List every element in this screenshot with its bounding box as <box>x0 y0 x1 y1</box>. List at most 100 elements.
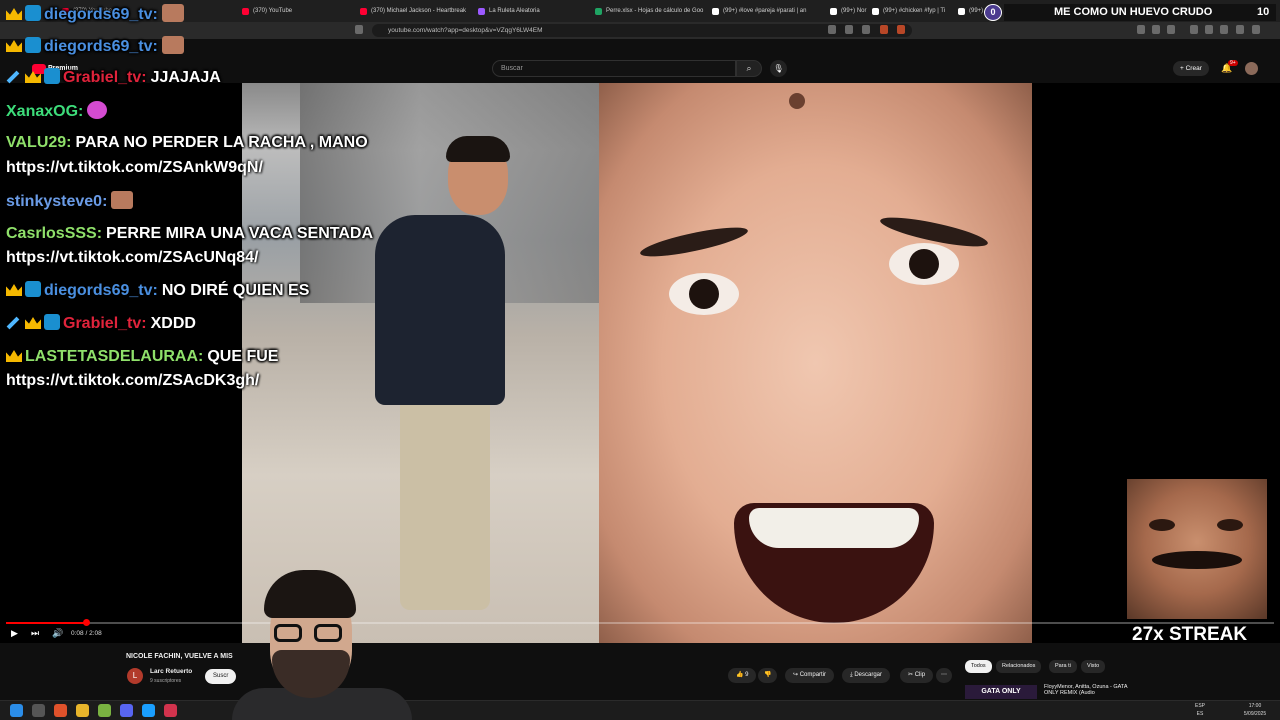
chat-link[interactable]: https://vt.tiktok.com/ZSAcDK3gh/ <box>6 371 259 391</box>
menu-icon[interactable] <box>1252 25 1260 34</box>
clip-button[interactable]: ✂ Clip <box>900 668 934 683</box>
like-button[interactable]: 👍 9 <box>728 668 757 683</box>
sidebar-icon[interactable] <box>1205 25 1213 34</box>
channel-name[interactable]: Larc Retuerto <box>150 668 192 675</box>
dislike-button[interactable]: 👎 <box>758 668 778 683</box>
share-button[interactable]: ↪ Compartir <box>785 668 835 683</box>
player-controls: ▶ ⏭ 🔊 0:08 / 2:08 <box>0 626 1280 642</box>
cast-icon[interactable] <box>828 25 836 34</box>
search-input[interactable]: Buscar <box>492 60 736 77</box>
brave-shield-icon[interactable] <box>880 25 888 34</box>
video-pupil <box>689 279 719 309</box>
avatar[interactable] <box>1245 62 1258 75</box>
chat-username[interactable]: diegords69_tv: <box>44 282 158 299</box>
chat-text: PARA NO PERDER LA RACHA , MANO <box>75 134 368 151</box>
glasses-icon <box>274 624 302 642</box>
meme-eye <box>1217 519 1243 531</box>
tab-favicon-icon <box>712 7 719 15</box>
chat-username[interactable]: diegords69_tv: <box>44 6 158 23</box>
tab-favicon-icon <box>872 7 879 15</box>
chat-username[interactable]: XanaxOG: <box>6 103 83 120</box>
crown-icon <box>6 40 22 52</box>
discord-icon[interactable] <box>120 704 133 717</box>
chat-link[interactable]: https://vt.tiktok.com/ZSAcUNq84/ <box>6 248 258 268</box>
wallet-icon[interactable] <box>1220 25 1228 34</box>
volume-icon[interactable]: 🔊 <box>52 628 63 639</box>
chat-username[interactable]: stinkysteve0: <box>6 193 107 210</box>
clock-time[interactable]: 17:00 <box>1235 703 1275 709</box>
chat-link[interactable]: https://vt.tiktok.com/ZSAnkW9qN/ <box>6 158 263 178</box>
glasses-icon <box>314 624 342 642</box>
share-icon[interactable] <box>862 25 870 34</box>
chat-message: VALU29: PARA NO PERDER LA RACHA , MANO <box>6 133 368 153</box>
app-icon[interactable] <box>164 704 177 717</box>
chat-text: NO DIRÉ QUIEN ES <box>161 282 310 299</box>
chat-username[interactable]: LASTETASDELAURAA: <box>25 348 203 365</box>
steam-icon[interactable] <box>142 704 155 717</box>
chat-message: XanaxOG: <box>6 101 108 122</box>
next-icon[interactable]: ⏭ <box>31 628 39 639</box>
meme-eye <box>1149 519 1175 531</box>
language-indicator[interactable]: ESP <box>1190 703 1210 709</box>
tab-label: (99+) #love #pareja #parati | an <box>723 8 807 14</box>
chat-username[interactable]: Grabiel_tv: <box>63 69 147 86</box>
browser-tab[interactable]: Perre.xlsx - Hojas de cálculo de Goo <box>595 2 710 20</box>
progress-bar[interactable] <box>6 619 1274 626</box>
tab-favicon-icon <box>958 7 965 15</box>
clip-label: Clip <box>914 672 926 678</box>
zoom-icon[interactable] <box>845 25 853 34</box>
stream-alert-bar: ME COMO UN HUEVO CRUDO 10 <box>1004 4 1276 21</box>
browser-tab[interactable]: (99+) Nor <box>830 2 870 20</box>
video-title: NICOLE FACHIN, VUELVE A MIS <box>126 653 233 660</box>
chat-username[interactable]: Grabiel_tv: <box>63 315 147 332</box>
windows-start-icon[interactable] <box>10 704 23 717</box>
app-icon[interactable] <box>98 704 111 717</box>
chip-related[interactable]: Relacionados <box>996 660 1042 673</box>
vpn-icon[interactable] <box>1236 25 1244 34</box>
chip-watched[interactable]: Visto <box>1081 660 1106 673</box>
thumbs-down-icon: 👎 <box>764 672 772 678</box>
chat-message: LASTETASDELAURAA: QUE FUE <box>6 347 278 367</box>
search-icon: ⌕ <box>746 63 752 73</box>
extension-icon[interactable] <box>1137 25 1145 34</box>
extension-icon[interactable] <box>1152 25 1160 34</box>
chip-for-you[interactable]: Para ti <box>1049 660 1077 673</box>
video-info: NICOLE FACHIN, VUELVE A MIS L Larc Retue… <box>0 643 1280 700</box>
tab-label: Perre.xlsx - Hojas de cálculo de Goo <box>606 8 704 14</box>
recommended-thumbnail[interactable]: GATA ONLY <box>965 685 1037 699</box>
browser-tab[interactable]: La Ruleta Aleatoria <box>478 2 593 20</box>
search-button[interactable]: ⌕ <box>736 60 762 77</box>
file-explorer-icon[interactable] <box>76 704 89 717</box>
channel-avatar[interactable]: L <box>127 668 143 684</box>
browser-tab[interactable]: (99+) #chicken #fyp | Ti <box>872 2 952 20</box>
alert-text: ME COMO UN HUEVO CRUDO <box>1054 6 1213 18</box>
progress-scrubber[interactable] <box>83 619 90 626</box>
sub-badge-icon <box>44 314 60 330</box>
download-label: Descargar <box>854 672 883 678</box>
browser-tab[interactable]: (99+) #love #pareja #parati | an <box>712 2 827 20</box>
search-icon[interactable] <box>32 704 45 717</box>
sub-badge-icon <box>25 281 41 297</box>
sword-icon <box>6 316 20 330</box>
chat-message: diegords69_tv: <box>6 36 184 57</box>
play-icon[interactable]: ▶ <box>11 628 18 639</box>
chip-all[interactable]: Todos <box>965 660 992 673</box>
chat-username[interactable]: CasrlosSSS: <box>6 225 102 242</box>
music-icon[interactable] <box>1190 25 1198 34</box>
voice-search-button[interactable]: 🎙 <box>770 60 787 77</box>
webcam-hair <box>264 570 356 618</box>
chat-username[interactable]: VALU29: <box>6 134 72 151</box>
tab-favicon-icon <box>595 7 602 15</box>
more-actions-button[interactable]: ⋯ <box>936 668 952 683</box>
extension-icon[interactable] <box>1167 25 1175 34</box>
chat-text: JJAJAJA <box>150 69 221 86</box>
share-label: Compartir <box>799 672 827 678</box>
brave-browser-icon[interactable] <box>54 704 67 717</box>
brave-rewards-icon[interactable] <box>897 25 905 34</box>
tab-label: (99+) #chicken #fyp | Ti <box>883 8 946 14</box>
recommended-title[interactable]: FloyyMenor, Anitta, Ozuna - GATA ONLY RE… <box>1044 684 1134 696</box>
chat-username[interactable]: diegords69_tv: <box>44 38 158 55</box>
tab-favicon-icon <box>478 7 485 15</box>
download-button[interactable]: ⤓ Descargar <box>842 668 891 683</box>
create-button[interactable]: + Crear <box>1173 61 1209 76</box>
